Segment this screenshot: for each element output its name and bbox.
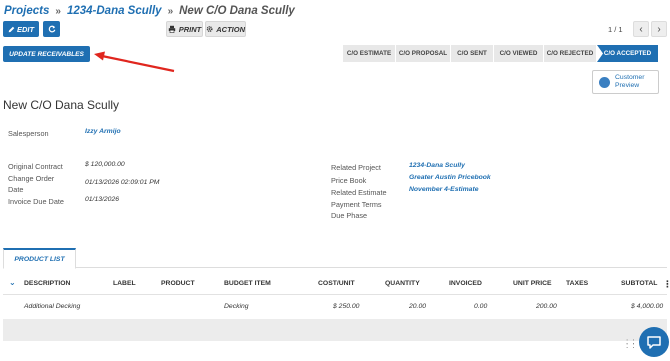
edit-button-label: EDIT <box>16 24 35 34</box>
table-footer <box>3 319 667 341</box>
pager-count: 1 / 1 <box>608 25 623 34</box>
original-contract-value: $ 120,000.00 <box>85 161 125 168</box>
cell-quantity: 20.00 <box>409 303 427 310</box>
status-step-label: C/O PROPOSAL <box>398 50 448 57</box>
salesperson-label: Salesperson <box>8 129 49 138</box>
update-receivables-label: UPDATE RECEIVABLES <box>9 50 84 58</box>
status-step-estimate[interactable]: C/O ESTIMATE <box>343 45 396 62</box>
column-header-budget-item[interactable]: BUDGET ITEM <box>224 280 271 287</box>
pager-next-button[interactable]: › <box>651 21 667 37</box>
globe-icon <box>599 76 610 88</box>
related-project-value[interactable]: 1234-Dana Scully <box>409 162 465 169</box>
print-button-label: PRINT <box>178 24 202 34</box>
customer-preview-line1: Customer <box>615 74 645 81</box>
breadcrumb-separator: » <box>167 5 174 17</box>
related-project-label: Related Project <box>331 163 381 172</box>
annotation-arrow-icon <box>94 51 175 73</box>
cell-invoiced: 0.00 <box>474 303 488 310</box>
customer-preview-button[interactable]: Customer Preview <box>592 70 659 94</box>
chevron-left-icon: ‹ <box>639 23 643 35</box>
status-step-label: C/O ACCEPTED <box>603 50 652 57</box>
column-header-subtotal[interactable]: SUBTOTAL <box>621 280 657 287</box>
action-button-label: ACTION <box>216 24 245 34</box>
original-contract-label: Original Contract <box>8 162 63 171</box>
action-button[interactable]: ACTION <box>205 21 246 37</box>
price-book-label: Price Book <box>331 176 367 185</box>
breadcrumb-current: New C/O Dana Scully <box>179 5 295 17</box>
refresh-button[interactable] <box>43 21 60 37</box>
status-step-rejected[interactable]: C/O REJECTED <box>544 45 597 62</box>
customer-preview-line2: Preview <box>615 82 640 89</box>
status-pipeline: C/O ESTIMATE C/O PROPOSAL C/O SENT C/O V… <box>343 45 659 62</box>
table-header-divider <box>3 294 667 295</box>
page-title: New C/O Dana Scully <box>3 98 120 112</box>
change-order-date-value: 01/13/2026 02:09:01 PM <box>85 179 160 186</box>
breadcrumb: Projects » 1234-Dana Scully » New C/O Da… <box>4 3 295 19</box>
gear-icon <box>206 26 213 32</box>
column-header-product[interactable]: PRODUCT <box>161 280 195 287</box>
print-button[interactable]: PRINT <box>166 21 203 37</box>
breadcrumb-project-link[interactable]: 1234-Dana Scully <box>67 5 162 17</box>
related-estimate-value[interactable]: November 4-Estimate <box>409 186 479 193</box>
chevron-down-icon[interactable]: ⌄ <box>9 278 16 287</box>
column-header-description[interactable]: DESCRIPTION <box>24 280 70 287</box>
refresh-icon <box>48 25 55 33</box>
printer-icon <box>168 25 175 33</box>
breadcrumb-separator: » <box>55 5 61 17</box>
related-estimate-label: Related Estimate <box>331 188 387 197</box>
cell-unit-price: 200.00 <box>536 303 557 310</box>
column-header-unit-price[interactable]: UNIT PRICE <box>513 280 552 287</box>
invoice-due-date-label: Invoice Due Date <box>8 197 64 206</box>
column-header-taxes[interactable]: TAXES <box>566 280 588 287</box>
chat-button[interactable] <box>639 327 669 357</box>
column-header-invoiced[interactable]: INVOICED <box>449 280 482 287</box>
change-order-date-label-2: Date <box>8 185 24 194</box>
drag-handle-icon[interactable]: : :: : <box>626 338 636 350</box>
cell-cost-unit: $ 250.00 <box>333 303 360 310</box>
change-order-date-label: Change Order <box>8 174 55 183</box>
chat-icon <box>647 335 661 349</box>
status-step-sent[interactable]: C/O SENT <box>451 45 494 62</box>
status-step-label: C/O REJECTED <box>546 50 594 57</box>
status-step-label: C/O ESTIMATE <box>346 50 392 57</box>
tab-strip: PRODUCT LIST <box>3 248 667 269</box>
tab-product-list[interactable]: PRODUCT LIST <box>3 248 76 269</box>
cell-subtotal: $ 4,000.00 <box>631 303 664 310</box>
column-header-quantity[interactable]: QUANTITY <box>385 280 420 287</box>
payment-terms-label: Payment Terms <box>331 200 382 209</box>
column-options-icon[interactable]: ⋮ <box>663 279 670 290</box>
column-header-label[interactable]: LABEL <box>113 280 136 287</box>
cell-description: Additional Decking <box>24 303 81 310</box>
cell-budget-item: Decking <box>224 303 249 310</box>
salesperson-value[interactable]: Izzy Armijo <box>85 128 121 135</box>
status-step-label: C/O SENT <box>457 50 487 57</box>
update-receivables-button[interactable]: UPDATE RECEIVABLES <box>3 46 90 62</box>
due-phase-label: Due Phase <box>331 211 368 220</box>
status-step-label: C/O VIEWED <box>499 50 538 57</box>
pencil-icon <box>8 26 15 32</box>
invoice-due-date-value: 01/13/2026 <box>85 196 120 203</box>
tab-product-list-label: PRODUCT LIST <box>14 255 65 263</box>
column-header-cost-unit[interactable]: COST/UNIT <box>318 280 355 287</box>
status-step-viewed[interactable]: C/O VIEWED <box>494 45 544 62</box>
price-book-value[interactable]: Greater Austin Pricebook <box>409 174 491 181</box>
pager-prev-button[interactable]: ‹ <box>633 21 649 37</box>
customer-preview-label: Customer Preview <box>615 74 644 90</box>
breadcrumb-projects-link[interactable]: Projects <box>4 5 49 17</box>
status-step-proposal[interactable]: C/O PROPOSAL <box>396 45 451 62</box>
status-step-accepted[interactable]: C/O ACCEPTED <box>597 45 659 62</box>
chevron-right-icon: › <box>657 23 661 35</box>
edit-button[interactable]: EDIT <box>3 21 39 37</box>
